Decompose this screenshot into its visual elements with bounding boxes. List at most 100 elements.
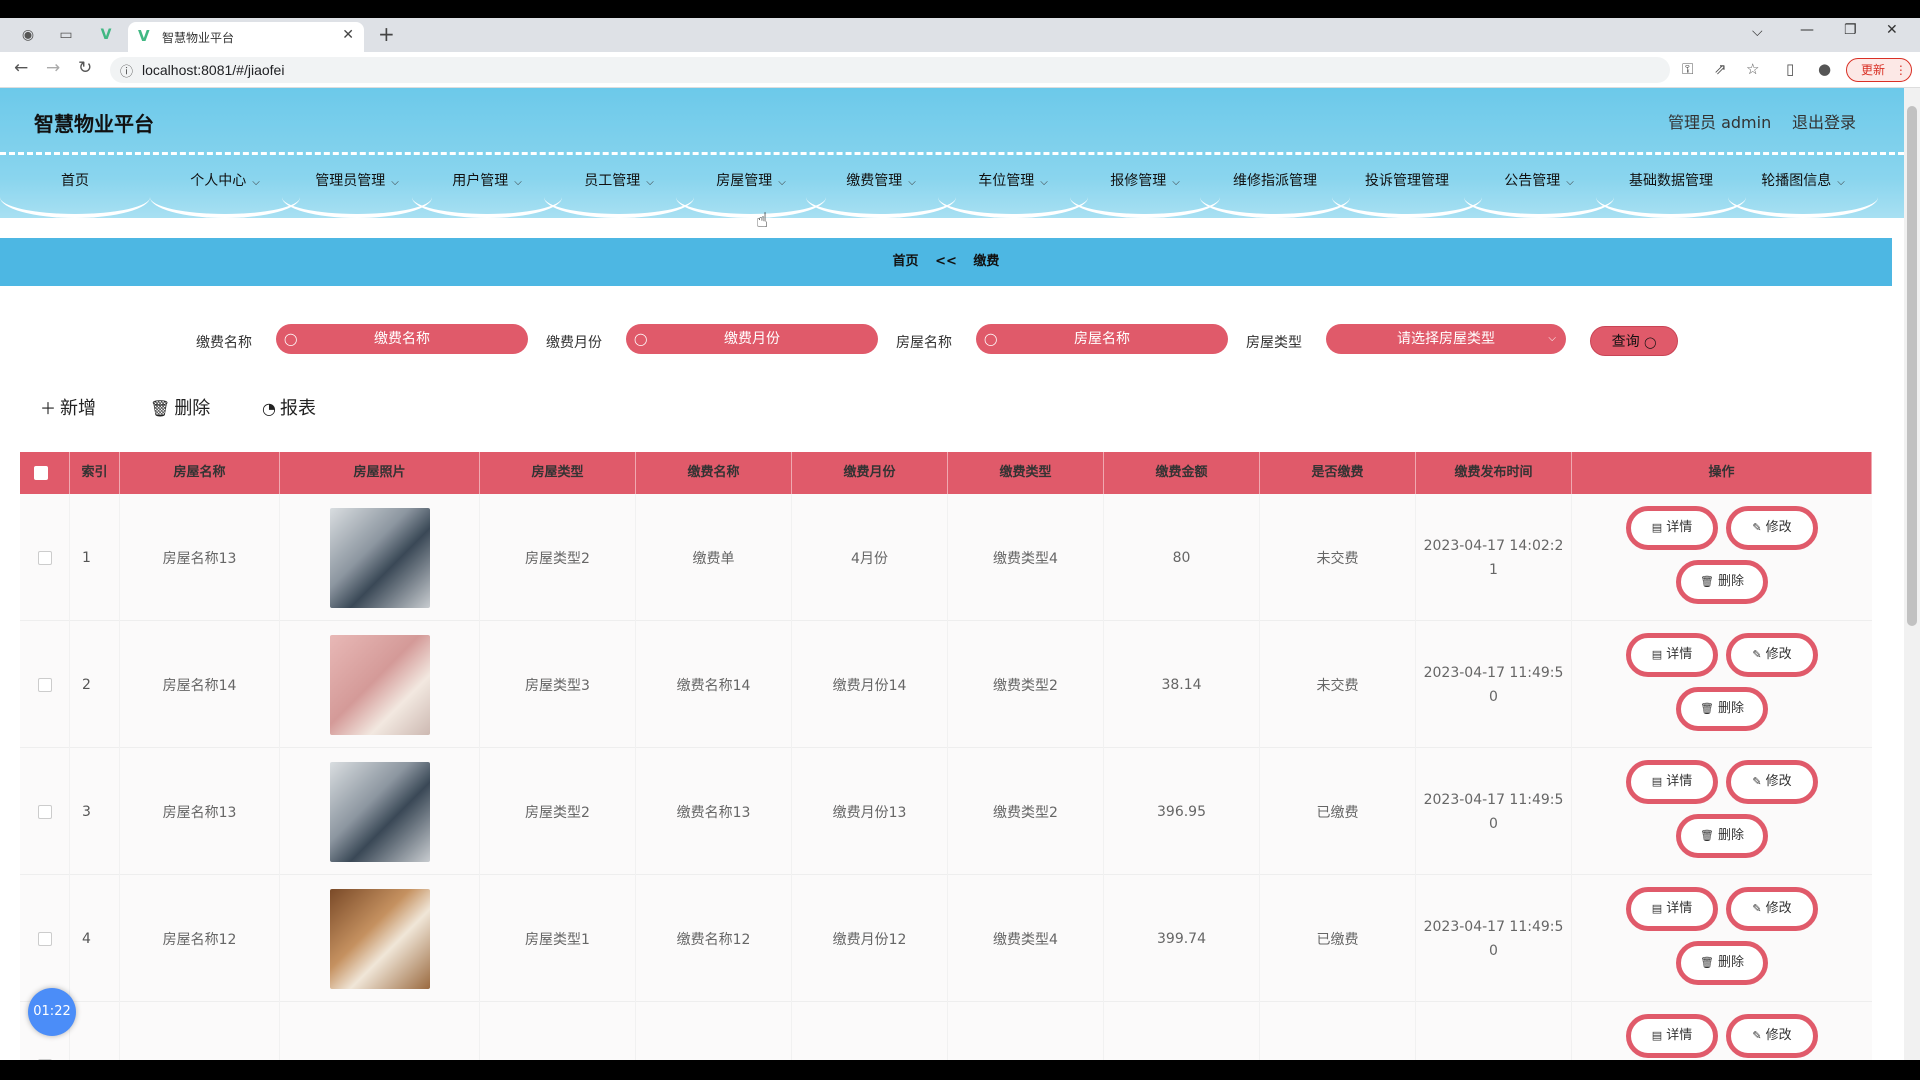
column-header: 房屋类型 [480,452,636,494]
detail-button[interactable]: ▤ 详情 [1626,633,1718,677]
menu-item-2[interactable]: 管理员管理 ⌵ [282,166,432,218]
dashed-divider [0,152,1904,155]
page-viewport: 智慧物业平台 管理员 admin 退出登录 首页 个人中心 ⌵ 管理员管理 ⌵ 用户管理 ⌵… [0,88,1904,1060]
document-icon: ▤ [1651,902,1663,915]
menu-item-label: 房屋管理 [716,173,773,189]
report-label: 报表 [279,398,316,419]
page-scrollbar[interactable] [1904,88,1920,1060]
column-header: 缴费发布时间 [1416,452,1572,494]
add-button[interactable]: ＋新增 [40,394,96,420]
row-checkbox[interactable] [37,1058,52,1060]
menu-item-3[interactable]: 用户管理 ⌵ [412,166,562,218]
breadcrumb-current: 缴费 [973,254,1000,269]
edit-button[interactable]: ✎ 修改 [1726,506,1818,550]
edit-button[interactable]: ✎ 修改 [1726,1014,1818,1058]
fee-type-cell: 缴费类型4 [948,875,1104,1002]
index-cell: 1 [70,494,120,621]
query-button[interactable]: 查询 ◯ [1590,326,1678,356]
menu-item-0[interactable]: 首页 [0,166,150,218]
house-type-select[interactable]: 请选择房屋类型 ⌵ [1326,324,1566,354]
menu-item-11[interactable]: 公告管理 ⌵ [1464,166,1614,218]
chevron-down-icon[interactable]: ⌵ [1752,24,1763,40]
detail-button[interactable]: ▤ 详情 [1626,506,1718,550]
vue-icon[interactable]: V [96,25,116,45]
browser-tab-active[interactable]: V 智慧物业平台 ✕ [128,22,364,52]
logout-link[interactable]: 退出登录 [1792,109,1856,133]
edit-button[interactable]: ✎ 修改 [1726,633,1818,677]
chevron-down-icon: ⌵ [646,177,654,188]
row-delete-button-label: 删除 [1717,574,1744,589]
house-name-input[interactable]: ◯ 房屋名称 [976,324,1228,354]
fee-month-input[interactable]: ◯ 缴费月份 [626,324,878,354]
restore-icon[interactable]: ❐ [1844,22,1857,38]
row-checkbox[interactable] [37,804,52,819]
edit-button[interactable]: ✎ 修改 [1726,887,1818,931]
share-icon[interactable]: ⇗ [1714,60,1727,78]
menu-item-9[interactable]: 维修指派管理 [1200,166,1350,218]
row-delete-button-label: 删除 [1717,955,1744,970]
detail-button[interactable]: ▤ 详情 [1626,760,1718,804]
index-cell: 4 [70,875,120,1002]
info-icon[interactable]: ⓘ [120,61,133,80]
publish-time-line-2: 0 [1489,815,1498,832]
tab-placeholder-icon[interactable]: ▭ [56,25,76,45]
key-icon[interactable]: ⚿ [1682,60,1693,78]
row-delete-button[interactable]: 🗑 删除 [1676,941,1768,985]
update-button[interactable]: 更新 ⋮ [1846,58,1912,82]
operations-cell: ▤ 详情 ✎ 修改 🗑 删除 [1572,875,1872,1002]
select-all-checkbox[interactable] [34,466,48,480]
delete-button[interactable]: 🗑 删除 [150,394,210,420]
row-checkbox[interactable] [37,550,52,565]
window-close-icon[interactable]: ✕ [1886,22,1898,38]
profile-icon[interactable]: ● [1818,60,1831,78]
row-checkbox[interactable] [37,677,52,692]
detail-button-label: 详情 [1666,520,1693,535]
new-tab-plus-icon[interactable]: + [378,22,395,46]
forward-arrow-icon[interactable]: → [46,58,60,78]
globe-icon[interactable]: ◉ [18,25,38,45]
report-button[interactable]: ◔ 报表 [262,394,316,420]
row-delete-button[interactable]: 🗑 删除 [1676,687,1768,731]
side-panel-icon[interactable]: ▯ [1786,60,1794,78]
index-cell: 3 [70,748,120,875]
breadcrumb-separator: << [935,254,957,269]
menu-item-13[interactable]: 轮播图信息 ⌵ [1728,166,1878,218]
url-field[interactable]: ⓘ localhost:8081/#/jiaofei [110,57,1670,83]
minimize-icon[interactable]: — [1800,22,1814,38]
menu-item-1[interactable]: 个人中心 ⌵ [150,166,300,218]
back-arrow-icon[interactable]: ← [14,58,28,78]
menu-item-8[interactable]: 报修管理 ⌵ [1070,166,1220,218]
menu-item-label: 缴费管理 [846,173,903,189]
close-icon[interactable]: ✕ [342,27,354,43]
detail-button[interactable]: ▤ 详情 [1626,1014,1718,1058]
menu-item-5[interactable]: 房屋管理 ⌵ [676,166,826,218]
detail-button[interactable]: ▤ 详情 [1626,887,1718,931]
scrollbar-thumb[interactable] [1907,106,1917,626]
house-photo[interactable] [329,507,430,608]
row-delete-button[interactable]: 🗑 删除 [1676,560,1768,604]
menu-item-4[interactable]: 员工管理 ⌵ [544,166,694,218]
edit-button[interactable]: ✎ 修改 [1726,760,1818,804]
fee-name-input[interactable]: ◯ 缴费名称 [276,324,528,354]
reload-icon[interactable]: ↻ [78,58,92,78]
menu-item-label: 车位管理 [978,173,1035,189]
operations-cell: ▤ 详情 ✎ 修改 🗑 删除 [1572,621,1872,748]
house-photo[interactable] [329,761,430,862]
house-photo[interactable] [329,888,430,989]
query-label: 查询 [1611,334,1640,350]
plus-icon: ＋ [40,399,57,418]
search-icon: ◯ [284,332,298,346]
pencil-icon: ✎ [1752,521,1762,534]
detail-button-label: 详情 [1666,774,1693,789]
menu-item-7[interactable]: 车位管理 ⌵ [938,166,1088,218]
row-checkbox[interactable] [37,931,52,946]
star-icon[interactable]: ☆ [1746,60,1759,78]
menu-item-10[interactable]: 投诉管理管理 [1332,166,1482,218]
pencil-icon: ✎ [1752,902,1762,915]
menu-item-6[interactable]: 缴费管理 ⌵ [806,166,956,218]
menu-item-12[interactable]: 基础数据管理 [1596,166,1746,218]
breadcrumb-home[interactable]: 首页 [893,254,919,269]
row-delete-button[interactable]: 🗑 删除 [1676,814,1768,858]
house-photo[interactable] [329,634,430,735]
recording-timer[interactable]: 01:22 [28,988,76,1036]
